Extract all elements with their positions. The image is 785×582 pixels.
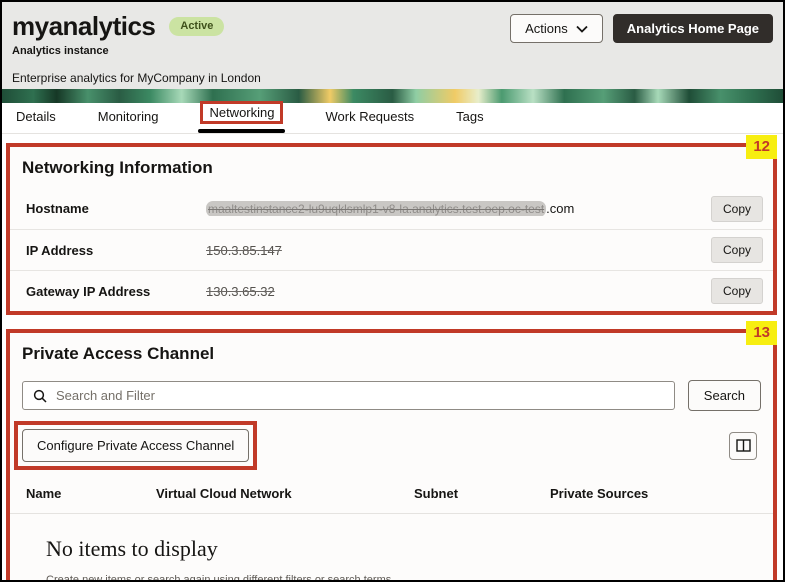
table-header-row: Name Virtual Cloud Network Subnet Privat… xyxy=(10,472,773,514)
hostname-row: Hostname maaltestinstance2-lu9uqklsmlp1-… xyxy=(10,188,773,229)
tab-bar: Details Monitoring Networking Work Reque… xyxy=(2,101,783,134)
private-access-channel-section: 13 Private Access Channel Search Configu… xyxy=(6,321,777,582)
header-actions: Actions Analytics Home Page xyxy=(510,14,773,43)
hostname-value: maaltestinstance2-lu9uqklsmlp1-v8-la.ana… xyxy=(206,201,711,216)
analytics-home-page-button[interactable]: Analytics Home Page xyxy=(612,14,773,43)
tab-tags[interactable]: Tags xyxy=(456,109,483,133)
gateway-ip-label: Gateway IP Address xyxy=(26,283,151,299)
tab-monitoring[interactable]: Monitoring xyxy=(98,109,159,133)
empty-state-title: No items to display xyxy=(46,536,218,561)
copy-gateway-ip-button[interactable]: Copy xyxy=(710,278,763,304)
column-header-name[interactable]: Name xyxy=(26,486,156,501)
hostname-label: Hostname xyxy=(26,201,89,216)
tab-tags-label: Tags xyxy=(456,109,484,124)
page-header: myanalytics Active Analytics instance En… xyxy=(2,2,783,89)
actions-button-label: Actions xyxy=(525,21,568,36)
search-row: Search xyxy=(10,374,773,411)
search-button[interactable]: Search xyxy=(687,380,761,411)
columns-icon xyxy=(735,439,751,452)
chevron-down-icon xyxy=(576,25,588,33)
page-title: myanalytics xyxy=(12,11,156,41)
column-header-virtual-cloud-network[interactable]: Virtual Cloud Network xyxy=(156,486,414,501)
tab-networking-label: Networking xyxy=(200,101,284,124)
copy-ip-address-button[interactable]: Copy xyxy=(710,237,763,263)
tab-work-requests[interactable]: Work Requests xyxy=(325,109,414,133)
column-header-subnet[interactable]: Subnet xyxy=(414,486,550,501)
search-box xyxy=(22,381,675,410)
configure-private-access-channel-button[interactable]: Configure Private Access Channel xyxy=(22,429,250,462)
table-actions-row: Configure Private Access Channel xyxy=(10,411,773,472)
ip-address-value: 150.3.85.147 xyxy=(206,242,282,258)
configure-button-highlight: Configure Private Access Channel xyxy=(14,421,258,470)
tab-monitoring-label: Monitoring xyxy=(97,109,159,124)
search-input[interactable] xyxy=(56,388,664,403)
tab-networking[interactable]: Networking xyxy=(198,101,286,133)
tab-details-label: Details xyxy=(16,109,56,124)
header-left: myanalytics Active Analytics instance En… xyxy=(12,11,261,85)
empty-state-subtitle: Create new items or search again using d… xyxy=(46,574,395,582)
tab-work-requests-label: Work Requests xyxy=(325,109,415,124)
status-badge: Active xyxy=(169,17,225,36)
private-access-channel-title: Private Access Channel xyxy=(22,344,215,363)
gateway-ip-value: 130.3.65.32 xyxy=(206,283,275,299)
networking-information-title: Networking Information xyxy=(22,158,213,177)
networking-information-section: 12 Networking Information Hostname maalt… xyxy=(6,135,777,315)
gateway-ip-row: Gateway IP Address 130.3.65.32 Copy xyxy=(10,270,773,311)
empty-state: No items to display Create new items or … xyxy=(10,514,773,582)
decorative-banner xyxy=(2,89,783,103)
column-manager-button[interactable] xyxy=(729,431,757,460)
search-icon xyxy=(33,389,47,403)
tab-details[interactable]: Details xyxy=(16,109,56,133)
annotation-step-badge-12: 12 xyxy=(746,135,777,159)
instance-type-label: Analytics instance xyxy=(12,45,109,57)
copy-hostname-button[interactable]: Copy xyxy=(710,195,763,222)
instance-description: Enterprise analytics for MyCompany in Lo… xyxy=(12,71,261,85)
actions-button[interactable]: Actions xyxy=(510,14,603,43)
ip-address-row: IP Address 150.3.85.147 Copy xyxy=(10,229,773,270)
analytics-instance-page: myanalytics Active Analytics instance En… xyxy=(0,0,785,582)
ip-address-label: IP Address xyxy=(26,242,94,258)
column-header-private-sources[interactable]: Private Sources xyxy=(550,486,761,501)
annotation-step-badge-13: 13 xyxy=(746,321,777,345)
hostname-suffix-text: .com xyxy=(546,201,575,216)
hostname-redacted-text: maaltestinstance2-lu9uqklsmlp1-v8-la.ana… xyxy=(206,201,547,216)
